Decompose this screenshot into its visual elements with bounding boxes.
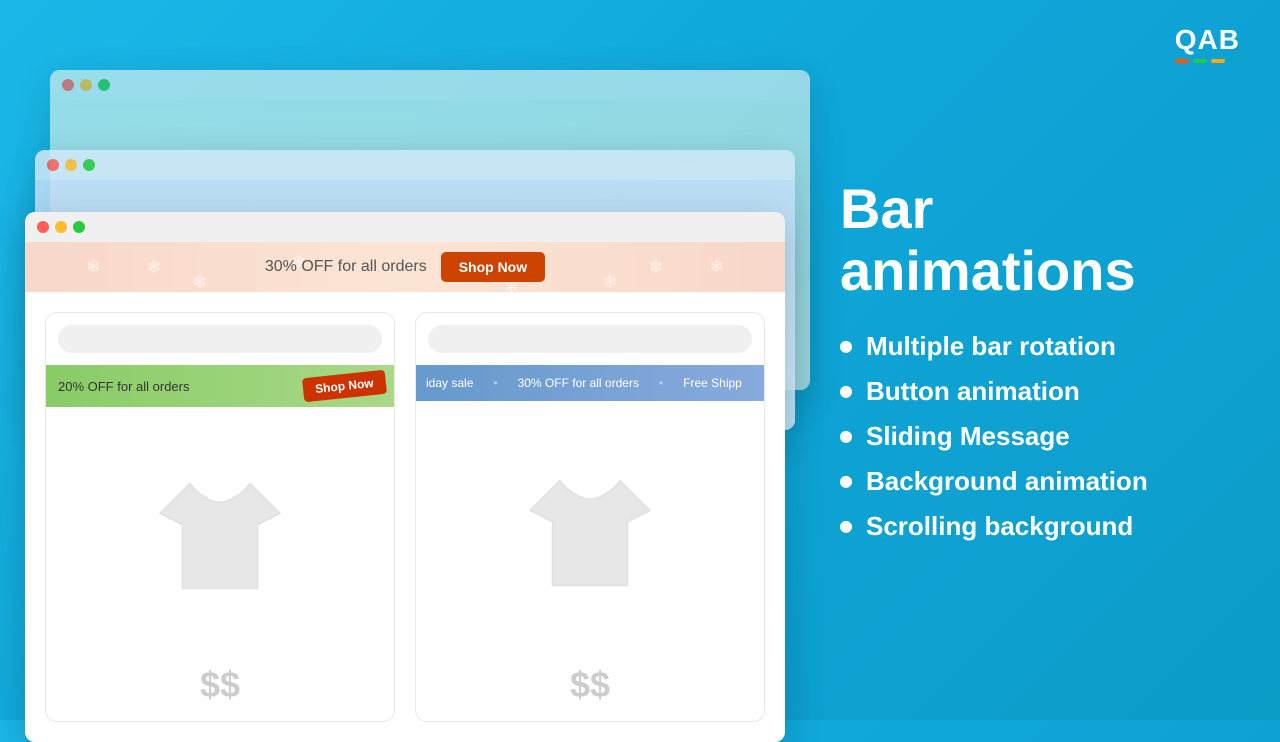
- product-card-right: iday sale • 30% OFF for all orders • Fre…: [415, 312, 765, 722]
- feature-text-1: Multiple bar rotation: [866, 331, 1116, 362]
- snowflake-1: ❄: [86, 257, 101, 278]
- price-right: $$: [570, 664, 610, 706]
- page-title: Bar animations: [840, 178, 1220, 301]
- snowflake-3: ❄: [192, 272, 207, 292]
- bullet-4: [840, 476, 852, 488]
- dot-yellow-back: [80, 79, 92, 91]
- feature-text-2: Button animation: [866, 376, 1080, 407]
- features-list: Multiple bar rotation Button animation S…: [840, 331, 1220, 542]
- tshirt-area-right: [515, 401, 665, 664]
- dot-yellow-mid: [65, 159, 77, 171]
- feature-item-3: Sliding Message: [840, 421, 1220, 452]
- logo-text: QAB: [1175, 24, 1240, 55]
- card-bar-green: 20% OFF for all orders Shop Now: [46, 365, 394, 407]
- tshirt-icon-left: [145, 466, 295, 606]
- browser-mid-titlebar: [35, 150, 795, 180]
- sliding-item-2: 30% OFF for all orders: [518, 376, 639, 390]
- logo: QAB: [1175, 24, 1240, 63]
- browser-front-titlebar: [25, 212, 785, 242]
- snowflake-5: ❄: [648, 257, 663, 278]
- sliding-divider-1: •: [493, 376, 497, 390]
- shop-now-button[interactable]: Shop Now: [441, 252, 545, 282]
- dot-green-front: [73, 221, 85, 233]
- card-bar-green-text: 20% OFF for all orders: [58, 379, 190, 394]
- feature-text-5: Scrolling background: [866, 511, 1133, 542]
- snowflake-2: ❄: [147, 257, 162, 278]
- announcement-text: 30% OFF for all orders: [265, 258, 427, 276]
- card-shop-now-button[interactable]: Shop Now: [302, 370, 387, 403]
- mockups-area: All t-shirts are 15% OFF Sign up and get…: [20, 50, 840, 710]
- feature-item-4: Background animation: [840, 466, 1220, 497]
- sliding-divider-2: •: [659, 376, 663, 390]
- card-search-left[interactable]: [58, 325, 382, 353]
- sliding-item-1: iday sale: [426, 376, 473, 390]
- browser-front: ❄ ❄ ❄ ❄ ❄ ❄ ❄ ❄ 30% OFF for all orders S…: [25, 212, 785, 742]
- price-left: $$: [200, 664, 240, 706]
- feature-item-1: Multiple bar rotation: [840, 331, 1220, 362]
- feature-text-3: Sliding Message: [866, 421, 1070, 452]
- announcement-bar: ❄ ❄ ❄ ❄ ❄ ❄ ❄ ❄ 30% OFF for all orders S…: [25, 242, 785, 292]
- bullet-1: [840, 341, 852, 353]
- feature-item-2: Button animation: [840, 376, 1220, 407]
- tshirt-icon-right: [515, 463, 665, 603]
- snowflake-6: ❄: [603, 272, 618, 292]
- sliding-item-3: Free Shipp: [683, 376, 742, 390]
- card-bar-sliding: iday sale • 30% OFF for all orders • Fre…: [416, 365, 764, 401]
- feature-text-4: Background animation: [866, 466, 1148, 497]
- bullet-3: [840, 431, 852, 443]
- product-area: 20% OFF for all orders Shop Now $$ iday …: [25, 292, 785, 742]
- bullet-2: [840, 386, 852, 398]
- browser-back-titlebar: [50, 70, 810, 100]
- dot-red-back: [62, 79, 74, 91]
- tshirt-area-left: [145, 407, 295, 664]
- dot-yellow-front: [55, 221, 67, 233]
- bullet-5: [840, 521, 852, 533]
- logo-bar-1: [1175, 59, 1189, 63]
- card-search-right[interactable]: [428, 325, 752, 353]
- snowflake-4: ❄: [709, 257, 724, 278]
- dot-green-mid: [83, 159, 95, 171]
- feature-item-5: Scrolling background: [840, 511, 1220, 542]
- product-card-left: 20% OFF for all orders Shop Now $$: [45, 312, 395, 722]
- logo-bar-3: [1211, 59, 1225, 63]
- logo-underline: [1175, 59, 1240, 63]
- dot-red-front: [37, 221, 49, 233]
- dot-green-back: [98, 79, 110, 91]
- dot-red-mid: [47, 159, 59, 171]
- right-panel: Bar animations Multiple bar rotation But…: [840, 178, 1220, 542]
- logo-bar-2: [1193, 59, 1207, 63]
